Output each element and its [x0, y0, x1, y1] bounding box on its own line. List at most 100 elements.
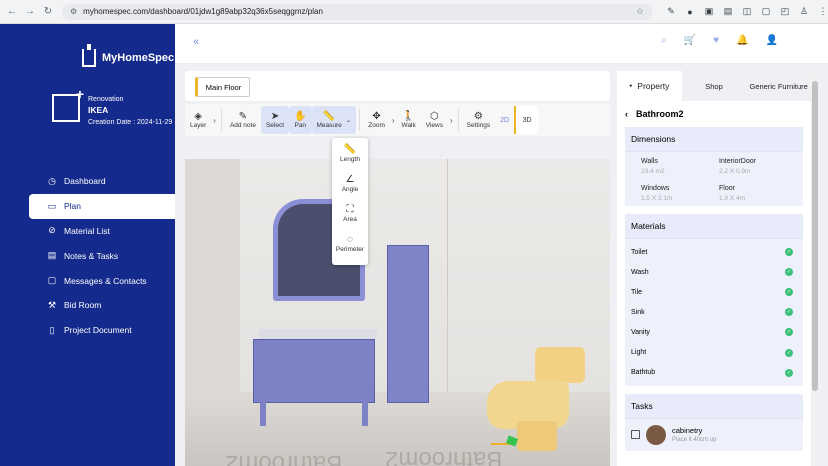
sidebar-item-plan[interactable]: ▭ Plan: [29, 193, 175, 219]
add-note-button[interactable]: ✎ Add note: [225, 106, 261, 134]
tab-property[interactable]: Property: [617, 71, 682, 101]
dimension-value: 2.2 X 0.9m: [719, 168, 751, 175]
bookmark-star-icon[interactable]: ☆: [636, 6, 644, 17]
profile-icon[interactable]: ♙: [799, 6, 809, 17]
avatar: [646, 424, 666, 445]
sidebar-item-bid-room[interactable]: ⚒ Bid Room: [29, 293, 175, 318]
dimension-label: InteriorDoor: [719, 158, 756, 165]
sidebar-item-label: Material List: [64, 225, 110, 236]
vanity-top[interactable]: [259, 329, 377, 339]
project-info: Renovation IKEA Creation Date : 2024-11-…: [52, 86, 172, 128]
material-row[interactable]: Light ✓: [625, 342, 803, 362]
collapse-sidebar-icon[interactable]: «: [193, 36, 199, 48]
extension-icon[interactable]: ◫: [742, 6, 752, 17]
sidebar-item-project-document[interactable]: ▯ Project Document: [29, 318, 175, 343]
sidebar-item-notes-tasks[interactable]: ▤ Notes & Tasks: [29, 243, 175, 268]
sidebar-item-material-list[interactable]: ⊘ Material List: [29, 219, 175, 244]
dimensions-title: Dimensions: [625, 127, 803, 152]
measure-perimeter-option[interactable]: ◌ Perimeter: [332, 228, 368, 258]
back-icon[interactable]: ←: [6, 6, 18, 17]
bell-icon[interactable]: 🔔: [736, 35, 748, 46]
property-panel: Property Shop Generic Furniture ‹ Bathro…: [617, 71, 812, 466]
pan-button[interactable]: ✋ Pan: [289, 106, 312, 134]
extension-icon[interactable]: ▣: [704, 6, 714, 17]
material-row[interactable]: Toilet ✓: [625, 242, 803, 262]
measure-button[interactable]: 📏 Measure ⌄: [311, 106, 357, 134]
site-info-icon[interactable]: ⚙: [70, 7, 77, 16]
floor-selector[interactable]: Main Floor: [195, 77, 250, 97]
task-item[interactable]: cabinetry Place it 40cm up: [625, 419, 803, 451]
view-3d-button[interactable]: 3D: [514, 106, 539, 134]
tab-generic-furniture[interactable]: Generic Furniture: [746, 71, 812, 101]
reload-icon[interactable]: ↻: [42, 6, 54, 17]
extension-icon[interactable]: ▤: [723, 6, 733, 17]
measure-dropdown: 📏 Length ∠ Angle ⛶ Area ◌ Perimeter: [332, 138, 368, 265]
extension-pen-icon[interactable]: ✎: [666, 6, 676, 17]
check-icon: ✓: [785, 268, 793, 277]
extension-icon[interactable]: ●: [685, 7, 695, 17]
select-button[interactable]: ➤ Select: [260, 106, 290, 134]
extension-icon[interactable]: ▢: [761, 6, 771, 17]
sidebar-item-messages-contacts[interactable]: ▢ Messages & Contacts: [29, 268, 175, 293]
cart-icon[interactable]: 🛒: [684, 35, 696, 46]
material-row[interactable]: Wash ✓: [625, 262, 803, 282]
chevron-right-icon[interactable]: ›: [211, 116, 218, 125]
view-2d-button[interactable]: 2D: [495, 106, 514, 134]
chevron-right-icon[interactable]: ›: [390, 116, 397, 125]
3d-viewport[interactable]: Bathroom2 Bathroom2: [185, 159, 610, 466]
walk-button[interactable]: 🚶 Walk: [397, 106, 421, 134]
task-checkbox[interactable]: [631, 430, 640, 440]
panel-scrollbar[interactable]: [811, 71, 819, 466]
measure-area-option[interactable]: ⛶ Area: [332, 198, 368, 228]
brand-logo[interactable]: MyHomeSpec: [82, 44, 174, 67]
toilet-tank[interactable]: [535, 347, 585, 383]
forward-icon[interactable]: →: [24, 6, 36, 17]
material-name: Wash: [631, 268, 649, 276]
user-icon[interactable]: 👤: [766, 35, 778, 46]
material-name: Vanity: [631, 328, 650, 336]
back-chevron-icon[interactable]: ‹: [625, 109, 628, 119]
bid-icon: ⚒: [47, 299, 57, 310]
tall-cabinet[interactable]: [387, 245, 429, 403]
zoom-icon: ✥: [372, 111, 381, 122]
search-icon[interactable]: ⌕: [661, 35, 667, 46]
material-row[interactable]: Sink ✓: [625, 302, 803, 322]
plan-tools: ◈ Layer › ✎ Add note ➤ Select ✋ Pan 📏 Measure…: [185, 104, 610, 136]
vanity[interactable]: [253, 339, 375, 426]
dimension-value: 1.9 X 4m: [719, 195, 746, 202]
measure-length-option[interactable]: 📏 Length: [332, 138, 368, 168]
browser-toolbar: ← → ↻ ⚙ myhomespec.com/dashboard/01jdw1g…: [0, 0, 828, 24]
toilet-base[interactable]: [517, 421, 557, 451]
extensions-puzzle-icon[interactable]: ◰: [780, 6, 790, 17]
sidebar-item-label: Notes & Tasks: [64, 250, 119, 261]
views-button[interactable]: ⬡ Views: [421, 106, 448, 134]
layer-button[interactable]: ◈ Layer: [185, 106, 211, 134]
check-icon: ✓: [785, 348, 793, 357]
sidebar-item-label: Bid Room: [64, 300, 102, 311]
brand-logo-icon: [82, 44, 96, 67]
url-text: myhomespec.com/dashboard/01jdw1g89abp32q…: [83, 7, 323, 16]
sidebar-item-label: Messages & Contacts: [64, 275, 147, 286]
dimension-value: 1.5 X 2.1m: [641, 195, 673, 202]
layers-icon: ◈: [194, 111, 202, 122]
top-bar: « ⌕ 🛒 ♥ 🔔 👤: [175, 24, 828, 64]
dimension-item: InteriorDoor 2.2 X 0.9m: [719, 158, 797, 175]
task-name: cabinetry: [672, 426, 703, 436]
browser-menu-icon[interactable]: ⋮: [818, 6, 828, 17]
material-icon: ⊘: [48, 225, 56, 236]
tab-shop[interactable]: Shop: [681, 71, 747, 101]
add-photo-icon[interactable]: [52, 86, 84, 122]
measure-angle-option[interactable]: ∠ Angle: [332, 168, 368, 198]
address-bar[interactable]: ⚙ myhomespec.com/dashboard/01jdw1g89abp3…: [62, 3, 652, 20]
document-icon: ▯: [49, 324, 55, 335]
sidebar-item-dashboard[interactable]: ◷ Dashboard: [29, 169, 175, 194]
material-row[interactable]: Vanity ✓: [625, 322, 803, 342]
material-row[interactable]: Tile ✓: [625, 282, 803, 302]
chevron-right-icon[interactable]: ›: [448, 116, 455, 125]
material-row[interactable]: Bathtub ✓: [625, 363, 803, 383]
zoom-button[interactable]: ✥ Zoom: [363, 106, 390, 134]
check-icon: ✓: [785, 328, 793, 337]
settings-button[interactable]: ⚙ Settings: [462, 106, 496, 134]
chevron-down-icon: ⌄: [345, 117, 352, 124]
heart-icon[interactable]: ♥: [713, 35, 719, 46]
